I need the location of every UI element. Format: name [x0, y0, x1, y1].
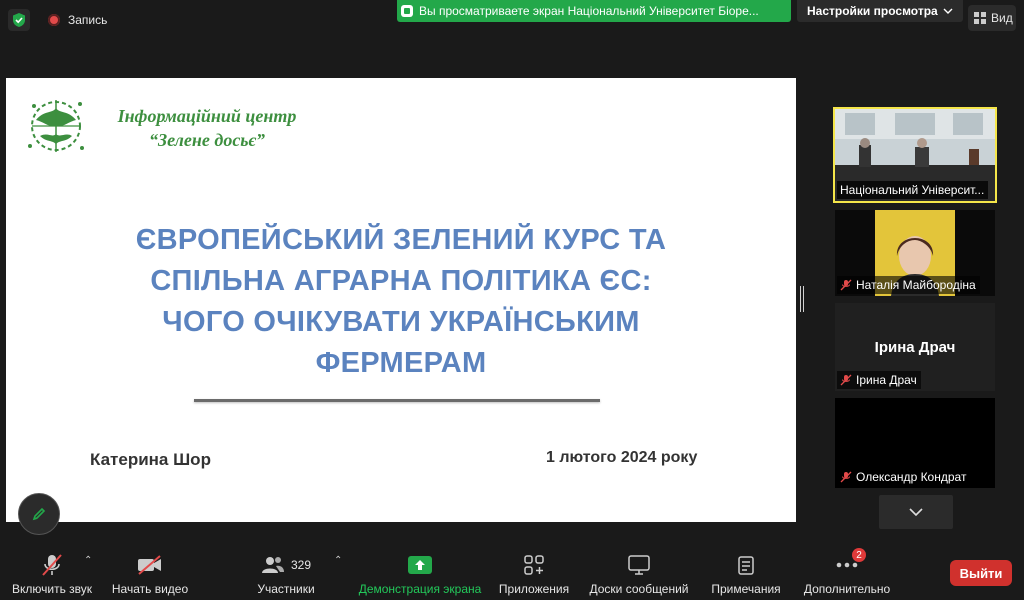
title-line: ЧОГО ОЧІКУВАТИ УКРАЇНСЬКИМ: [162, 306, 640, 338]
mic-muted-icon: [840, 374, 852, 386]
view-label: Вид: [991, 11, 1013, 25]
participants-count: 329: [290, 558, 312, 572]
apps-label: Приложения: [498, 582, 570, 596]
start-video-label: Начать видео: [111, 582, 189, 596]
notes-icon: [738, 556, 754, 575]
shared-screen: Інформаційний центр “Зелене досьє” ЄВРОП…: [6, 78, 796, 522]
participant-name: Наталія Майбородіна: [837, 276, 980, 294]
mic-muted-icon: [42, 554, 62, 576]
participant-name-text: Олександр Кондрат: [856, 470, 967, 484]
title-divider: [194, 399, 600, 402]
participants-icon: [261, 557, 284, 573]
whiteboards-button[interactable]: Доски сообщений: [584, 543, 694, 600]
notes-button[interactable]: Примечания: [704, 543, 788, 600]
title-line: СПІЛЬНА АГРАРНА ПОЛІТИКА ЄС:: [150, 265, 652, 297]
more-button[interactable]: 2 Дополнительно: [798, 543, 896, 600]
participant-tile[interactable]: Олександр Кондрат: [835, 398, 995, 488]
grid-view-icon: [974, 12, 986, 24]
unmute-button[interactable]: Включить звук: [6, 543, 98, 600]
org-name: Інформаційний центр “Зелене досьє”: [102, 104, 312, 152]
participant-name-text: Ірина Драч: [856, 373, 917, 387]
meeting-toolbar: Включить звук ⌃ Начать видео 329 Участни…: [0, 543, 1024, 600]
audio-options-caret[interactable]: ⌃: [84, 555, 92, 566]
video-off-icon: [138, 555, 161, 575]
view-button[interactable]: Вид: [968, 5, 1016, 31]
whiteboards-label: Доски сообщений: [589, 582, 689, 596]
recording-indicator[interactable]: Запись: [40, 8, 115, 32]
participant-name: Ірина Драч: [837, 371, 921, 389]
pencil-icon: [32, 507, 46, 521]
leave-button[interactable]: Выйти: [950, 560, 1012, 586]
security-shield-icon[interactable]: [8, 9, 30, 31]
chevron-down-icon: [909, 508, 923, 516]
slide-date: 1 лютого 2024 року: [546, 449, 698, 466]
screen-share-icon: [401, 5, 413, 17]
scroll-participants-down-button[interactable]: [879, 495, 953, 529]
panel-resize-handle[interactable]: [800, 286, 804, 312]
whiteboard-icon: [628, 555, 650, 575]
org-name-line2: “Зелене досьє”: [148, 130, 266, 150]
slide-title: ЄВРОПЕЙСЬКИЙ ЗЕЛЕНИЙ КУРС ТА СПІЛЬНА АГР…: [6, 220, 796, 384]
view-settings-dropdown[interactable]: Настройки просмотра: [797, 0, 963, 22]
title-line: ЄВРОПЕЙСЬКИЙ ЗЕЛЕНИЙ КУРС ТА: [135, 224, 667, 256]
share-screen-icon: [408, 556, 432, 574]
participant-tile[interactable]: Національний Університ...: [833, 107, 997, 203]
notification-badge: 2: [852, 548, 866, 562]
mic-muted-icon: [840, 471, 852, 483]
recording-label: Запись: [68, 13, 108, 27]
slide-author: Катерина Шор: [90, 450, 211, 469]
participants-button[interactable]: 329 Участники: [246, 543, 326, 600]
org-name-line1: Інформаційний центр: [117, 106, 297, 126]
participant-name-text: Наталія Майбородіна: [856, 278, 976, 292]
participant-name-text: Національний Університ...: [840, 183, 985, 197]
chevron-down-icon: [943, 8, 953, 14]
participant-tile[interactable]: Ірина Драч Ірина Драч: [835, 303, 995, 391]
mic-muted-icon: [840, 279, 852, 291]
record-dot-icon: [48, 14, 60, 26]
start-video-button[interactable]: Начать видео: [106, 543, 194, 600]
share-screen-label: Демонстрация экрана: [358, 582, 482, 596]
participants-options-caret[interactable]: ⌃: [334, 555, 342, 566]
screen-share-banner: Вы просматриваете экран Національний Уні…: [397, 0, 791, 22]
participants-label: Участники: [257, 582, 315, 596]
share-screen-button[interactable]: Демонстрация экрана: [356, 543, 484, 600]
apps-button[interactable]: Приложения: [494, 543, 574, 600]
view-settings-label: Настройки просмотра: [807, 4, 938, 18]
participant-name: Олександр Кондрат: [837, 468, 971, 486]
annotate-button[interactable]: [18, 493, 60, 535]
title-line: ФЕРМЕРАМ: [315, 347, 487, 379]
share-banner-text: Вы просматриваете экран Національний Уні…: [419, 4, 759, 18]
more-dots-icon: [836, 562, 858, 568]
participant-tile[interactable]: Наталія Майбородіна: [835, 210, 995, 296]
apps-icon: [524, 555, 544, 575]
participant-name: Національний Університ...: [837, 181, 989, 199]
notes-label: Примечания: [711, 582, 781, 596]
green-dossier-logo: [28, 100, 84, 152]
unmute-label: Включить звук: [11, 582, 93, 596]
participant-display-name: Ірина Драч: [874, 339, 956, 356]
more-label: Дополнительно: [803, 582, 891, 596]
